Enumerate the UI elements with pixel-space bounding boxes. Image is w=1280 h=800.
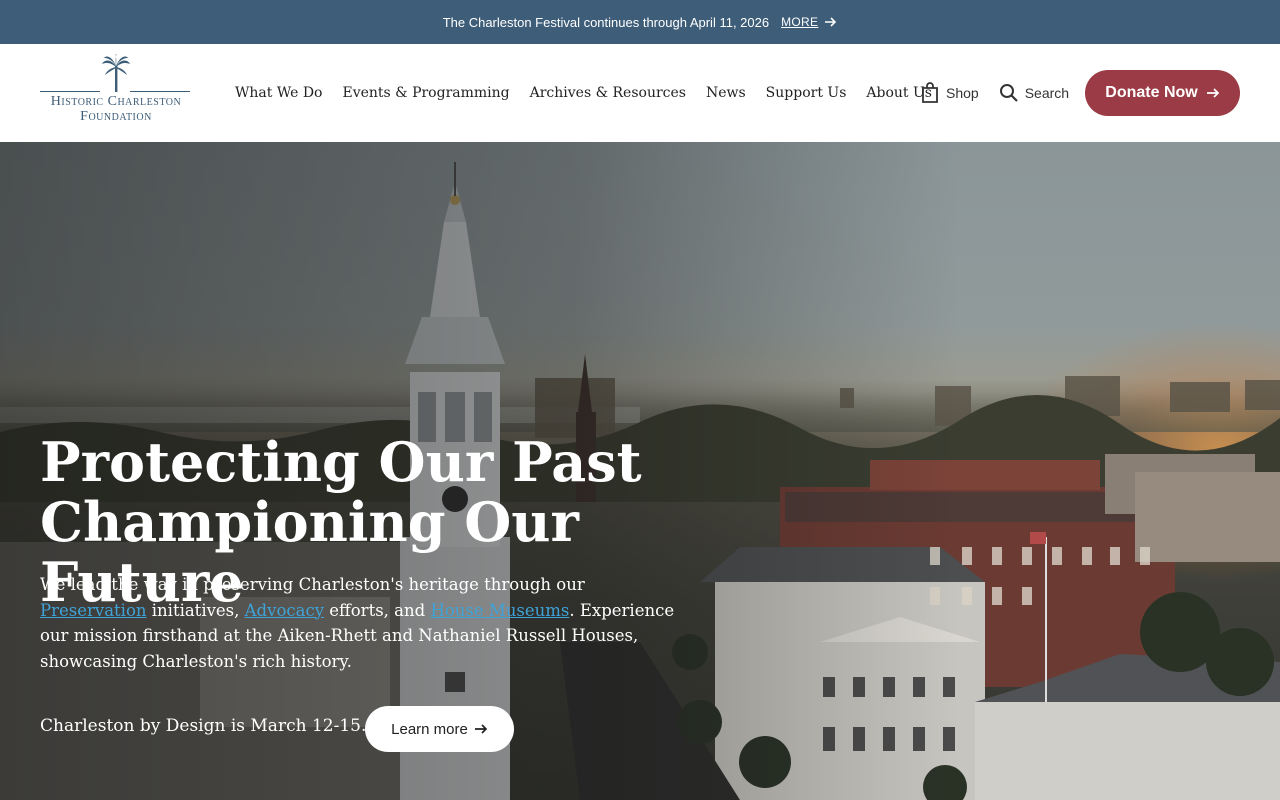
nav-archives-resources[interactable]: Archives & Resources bbox=[530, 85, 686, 101]
nav-news[interactable]: News bbox=[706, 85, 746, 101]
arrow-right-icon bbox=[474, 724, 488, 734]
main-nav: What We Do Events & Programming Archives… bbox=[235, 44, 952, 142]
arrow-right-icon bbox=[1206, 88, 1219, 98]
search-link[interactable]: Search bbox=[999, 83, 1069, 103]
utility-nav: Shop Search bbox=[920, 44, 1089, 142]
nav-what-we-do[interactable]: What We Do bbox=[235, 85, 322, 101]
shopping-bag-icon bbox=[922, 82, 938, 103]
donate-label: Donate Now bbox=[1105, 84, 1198, 101]
advocacy-link[interactable]: Advocacy bbox=[245, 601, 324, 620]
shop-link[interactable]: Shop bbox=[920, 82, 979, 104]
hero-section: Protecting Our Past Championing Our Futu… bbox=[0, 142, 1280, 800]
hero-title-line1: Protecting Our Past bbox=[40, 430, 642, 494]
learn-more-button[interactable]: Learn more bbox=[365, 706, 514, 752]
logo-rule-right bbox=[130, 91, 190, 92]
house-museums-link[interactable]: House Museums bbox=[430, 601, 569, 620]
announcement-text: The Charleston Festival continues throug… bbox=[442, 14, 770, 30]
logo-rule-left bbox=[40, 91, 100, 92]
announcement-more-link[interactable]: MORE bbox=[781, 15, 837, 29]
nav-support-us[interactable]: Support Us bbox=[766, 85, 847, 101]
learn-more-label: Learn more bbox=[391, 720, 468, 738]
logo-text-line1: Historic Charleston bbox=[50, 94, 182, 109]
nav-events-programming[interactable]: Events & Programming bbox=[342, 85, 509, 101]
search-label: Search bbox=[1024, 85, 1070, 101]
hero-body-text-3: efforts, and bbox=[324, 600, 431, 620]
palmetto-tree-icon bbox=[102, 54, 130, 92]
event-announcement-text: Charleston by Design is March 12-15. bbox=[40, 716, 367, 736]
hero-body-text-1: We lead the way in preserving Charleston… bbox=[40, 575, 585, 594]
announcement-bar: The Charleston Festival continues throug… bbox=[0, 0, 1280, 44]
shop-label: Shop bbox=[946, 85, 979, 101]
search-icon bbox=[999, 84, 1018, 102]
arrow-right-icon bbox=[825, 17, 837, 27]
site-header: Historic Charleston Foundation What We D… bbox=[0, 44, 1280, 142]
logo-text-line2: Foundation bbox=[80, 109, 152, 124]
announcement-more-label: MORE bbox=[781, 15, 819, 29]
hero-body-text-2: initiatives, bbox=[146, 600, 245, 620]
donate-now-button[interactable]: Donate Now bbox=[1085, 70, 1240, 116]
site-logo[interactable]: Historic Charleston Foundation bbox=[40, 54, 192, 130]
preservation-link[interactable]: Preservation bbox=[40, 601, 147, 620]
hero-description: We lead the way in preserving Charleston… bbox=[40, 572, 680, 674]
